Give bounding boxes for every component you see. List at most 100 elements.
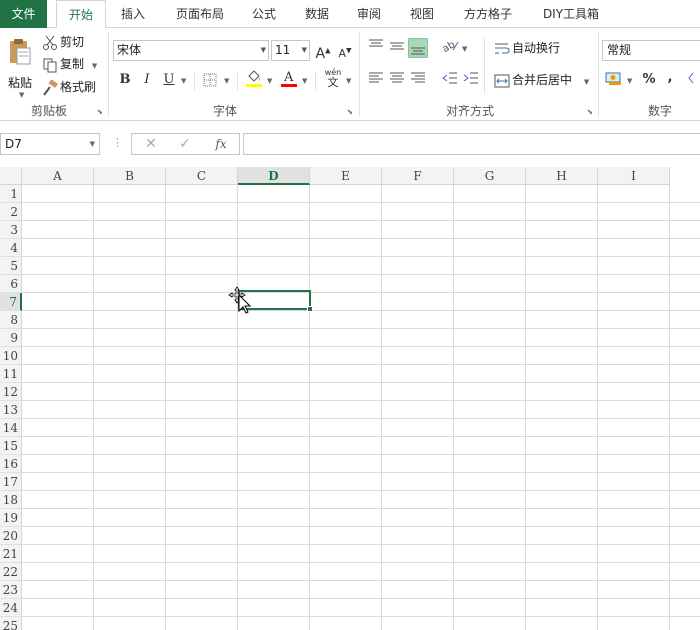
row-header-2[interactable]: 2 [0, 203, 22, 221]
column-header-b[interactable]: B [94, 167, 166, 185]
font-color-button[interactable]: A [279, 68, 299, 88]
align-bottom-button[interactable] [408, 38, 428, 58]
column-header-f[interactable]: F [382, 167, 454, 185]
merge-center-button[interactable]: 合并后居中 ▼ [494, 70, 589, 90]
row-header-17[interactable]: 17 [0, 473, 22, 491]
vertical-dots-icon[interactable]: ⋮ [112, 136, 123, 149]
chevron-down-icon[interactable]: ▼ [267, 77, 272, 85]
name-box[interactable]: D7 ▼ [0, 133, 100, 155]
chevron-down-icon[interactable]: ▼ [224, 77, 229, 85]
chevron-down-icon[interactable]: ▼ [92, 62, 97, 70]
row-header-15[interactable]: 15 [0, 437, 22, 455]
row-header-22[interactable]: 22 [0, 563, 22, 581]
worksheet-grid[interactable]: A B C D E F G H I 1 2 3 4 5 6 7 8 9 10 11 12 13 14 15 16 17 18 19 20… [0, 167, 700, 630]
chevron-down-icon[interactable]: ▼ [346, 77, 351, 85]
row-header-5[interactable]: 5 [0, 257, 22, 275]
percent-button[interactable]: % [639, 70, 659, 90]
italic-button[interactable]: I [137, 70, 157, 90]
select-all-corner[interactable] [0, 167, 22, 185]
fill-color-button[interactable] [244, 68, 264, 88]
tab-formulas[interactable]: 公式 [243, 0, 285, 28]
chevron-down-icon[interactable]: ▼ [302, 77, 307, 85]
chevron-down-icon[interactable]: ▼ [462, 45, 467, 53]
tab-file[interactable]: 文件 [0, 0, 47, 28]
row-header-24[interactable]: 24 [0, 599, 22, 617]
grow-font-button[interactable]: A▲ [313, 40, 333, 62]
tab-view[interactable]: 视图 [401, 0, 443, 28]
align-top-button[interactable] [366, 38, 386, 58]
enter-icon[interactable]: ✓ [168, 134, 202, 154]
phonetic-guide-button[interactable]: wén 文 [321, 68, 345, 88]
row-header-6[interactable]: 6 [0, 275, 22, 293]
row-header-21[interactable]: 21 [0, 545, 22, 563]
row-header-9[interactable]: 9 [0, 329, 22, 347]
dialog-launcher-icon[interactable]: ⬊ [587, 108, 595, 116]
row-header-23[interactable]: 23 [0, 581, 22, 599]
accounting-format-button[interactable] [604, 70, 624, 90]
font-size-select[interactable]: 11 ▼ [271, 40, 310, 61]
shrink-font-button[interactable]: A▼ [335, 40, 355, 60]
align-middle-button[interactable] [387, 38, 407, 58]
align-left-button[interactable] [366, 70, 386, 90]
chevron-down-icon[interactable]: ▼ [584, 78, 589, 86]
comma-button[interactable]: , [660, 68, 680, 88]
chevron-down-icon[interactable]: ▼ [627, 77, 632, 85]
decrease-indent-button[interactable] [440, 70, 460, 90]
gridline [22, 328, 700, 329]
row-header-7[interactable]: 7 [0, 293, 22, 311]
fill-handle[interactable] [307, 306, 313, 312]
row-header-25[interactable]: 25 [0, 617, 22, 630]
tab-diy-toolbox[interactable]: DIY工具箱 [533, 0, 609, 28]
insert-function-icon[interactable]: fx [204, 134, 238, 154]
copy-button[interactable]: 复制 ▼ [42, 54, 97, 74]
chevron-down-icon[interactable]: ▼ [90, 134, 95, 154]
cut-button[interactable]: 剪切 [42, 32, 84, 52]
paste-button[interactable]: 粘贴 ▼ [4, 34, 34, 99]
tab-review[interactable]: 审阅 [348, 0, 390, 28]
divider [237, 72, 238, 90]
row-header-12[interactable]: 12 [0, 383, 22, 401]
wrap-text-button[interactable]: 自动换行 [494, 38, 560, 58]
format-painter-button[interactable]: 格式刷 [42, 77, 96, 97]
underline-button[interactable]: U [159, 70, 179, 90]
tab-page-layout[interactable]: 页面布局 [167, 0, 233, 28]
tab-data[interactable]: 数据 [296, 0, 338, 28]
font-name-select[interactable]: 宋体 ▼ [113, 40, 269, 61]
orientation-button[interactable]: ab [441, 38, 461, 58]
row-header-20[interactable]: 20 [0, 527, 22, 545]
row-header-18[interactable]: 18 [0, 491, 22, 509]
row-header-8[interactable]: 8 [0, 311, 22, 329]
increase-indent-button[interactable] [461, 70, 481, 90]
column-header-d[interactable]: D [238, 167, 310, 185]
dialog-launcher-icon[interactable]: ⬊ [97, 108, 105, 116]
tab-insert[interactable]: 插入 [110, 0, 156, 28]
dialog-launcher-icon[interactable]: ⬊ [347, 108, 355, 116]
column-header-c[interactable]: C [166, 167, 238, 185]
row-header-4[interactable]: 4 [0, 239, 22, 257]
tab-home[interactable]: 开始 [56, 0, 106, 29]
row-header-13[interactable]: 13 [0, 401, 22, 419]
tab-fangfang[interactable]: 方方格子 [455, 0, 521, 28]
row-header-3[interactable]: 3 [0, 221, 22, 239]
row-header-16[interactable]: 16 [0, 455, 22, 473]
align-right-button[interactable] [408, 70, 428, 90]
row-header-11[interactable]: 11 [0, 365, 22, 383]
row-header-1[interactable]: 1 [0, 185, 22, 203]
column-header-e[interactable]: E [310, 167, 382, 185]
row-header-14[interactable]: 14 [0, 419, 22, 437]
formula-input[interactable] [243, 133, 700, 155]
column-header-i[interactable]: I [598, 167, 670, 185]
chevron-down-icon[interactable]: ▼ [19, 91, 24, 99]
cancel-icon[interactable]: ✕ [134, 134, 168, 154]
number-format-select[interactable]: 常规 [602, 40, 700, 61]
chevron-down-icon[interactable]: ▼ [181, 77, 186, 85]
bold-button[interactable]: B [115, 70, 135, 90]
align-center-button[interactable] [387, 70, 407, 90]
column-header-h[interactable]: H [526, 167, 598, 185]
row-header-10[interactable]: 10 [0, 347, 22, 365]
row-header-19[interactable]: 19 [0, 509, 22, 527]
column-header-g[interactable]: G [454, 167, 526, 185]
column-header-a[interactable]: A [22, 167, 94, 185]
borders-button[interactable] [200, 70, 220, 90]
increase-decimal-button[interactable] [686, 70, 700, 90]
